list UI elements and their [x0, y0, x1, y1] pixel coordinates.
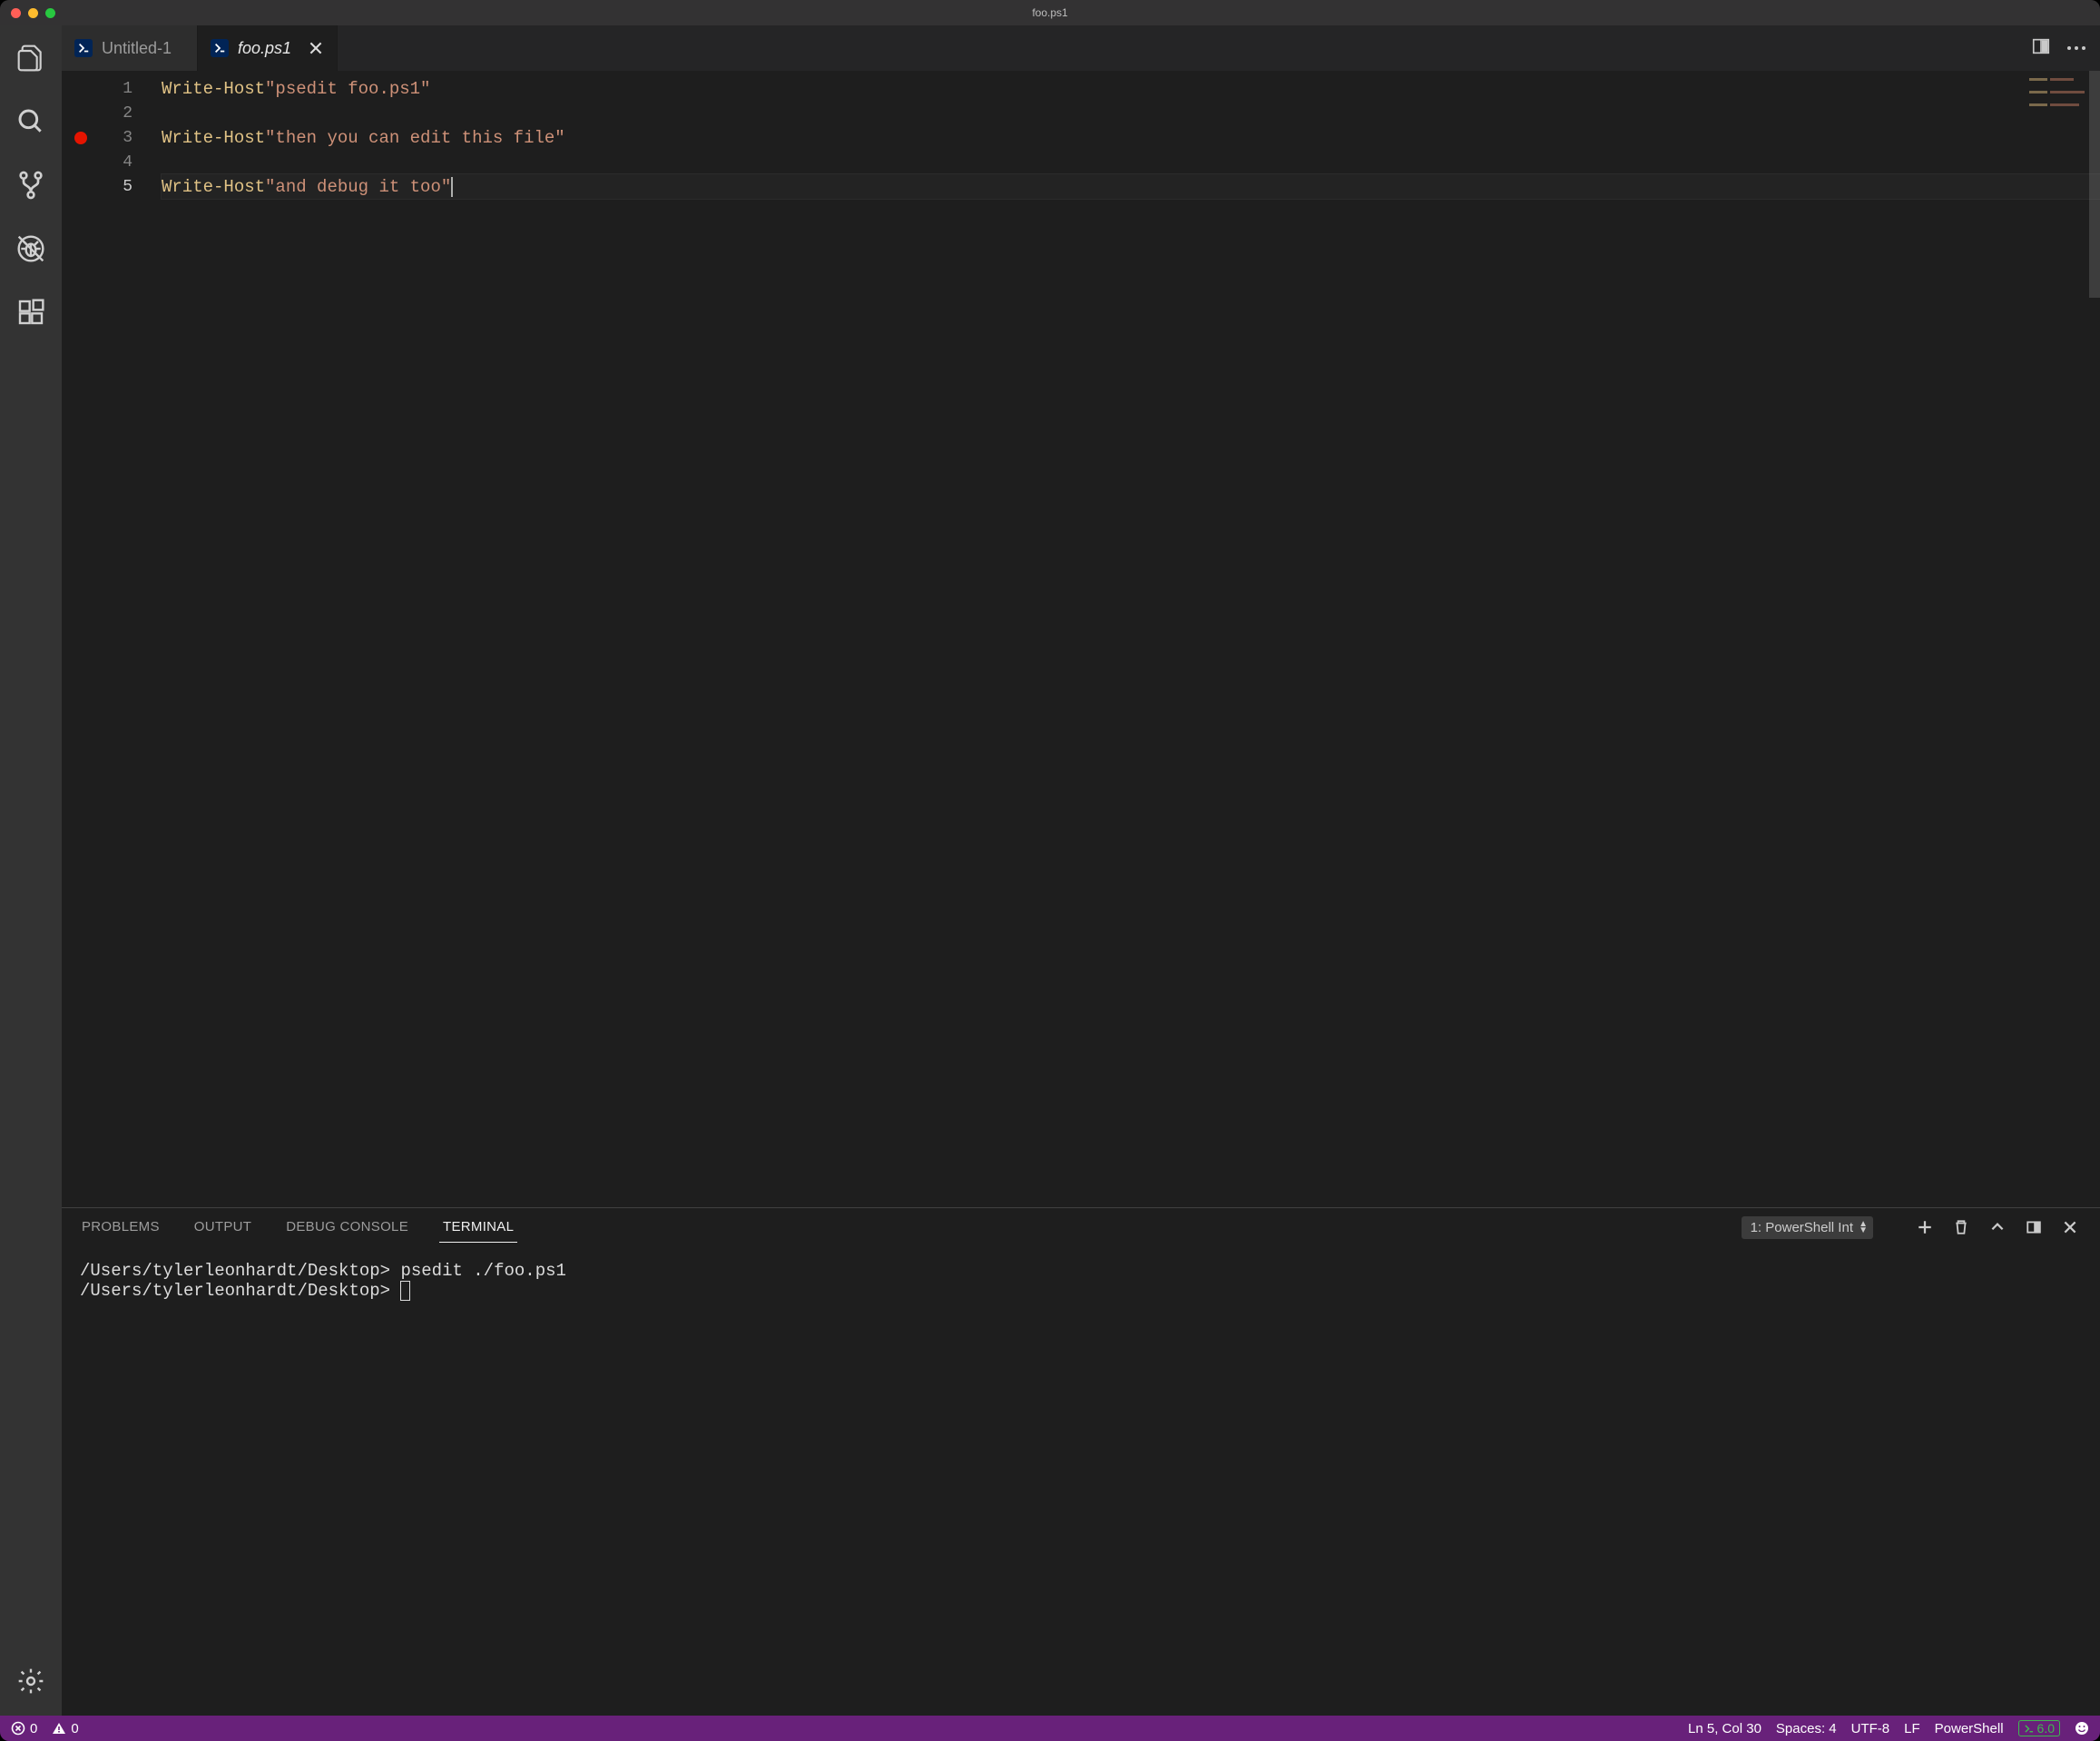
- code-token: Write-Host: [162, 79, 265, 99]
- split-editor-icon[interactable]: [2031, 36, 2051, 61]
- terminal-content[interactable]: /Users/tylerleonhardt/Desktop> psedit ./…: [62, 1246, 2100, 1716]
- explorer-icon[interactable]: [9, 36, 53, 80]
- editor-area: Untitled-1 foo.ps1: [62, 25, 2100, 1716]
- editor-scrollbar[interactable]: [2089, 71, 2100, 298]
- terminal-selector-label: 1: PowerShell Int: [1751, 1220, 1853, 1235]
- panel-tab-debug-console[interactable]: DEBUG CONSOLE: [282, 1212, 412, 1243]
- editor-actions: [2031, 25, 2100, 71]
- powershell-file-icon: [74, 39, 93, 57]
- status-powershell-version[interactable]: 6.0: [2018, 1720, 2060, 1736]
- code-token: "psedit foo.ps1": [265, 79, 430, 99]
- terminal-prompt: /Users/tylerleonhardt/Desktop>: [80, 1261, 390, 1281]
- maximize-panel-icon[interactable]: [1989, 1219, 2006, 1235]
- gutter[interactable]: 1 2 3 4 5: [62, 71, 162, 1207]
- powershell-icon: [2024, 1724, 2034, 1734]
- editor-cursor: [451, 177, 453, 197]
- tab-label: foo.ps1: [238, 39, 291, 58]
- status-errors[interactable]: 0: [11, 1721, 37, 1736]
- kill-terminal-icon[interactable]: [1953, 1219, 1969, 1235]
- minimize-window-button[interactable]: [28, 8, 38, 18]
- code-content[interactable]: Write-Host "psedit foo.ps1" Write-Host "…: [162, 71, 2100, 1207]
- tab-foo-ps1[interactable]: foo.ps1: [198, 25, 338, 71]
- panel-tab-problems[interactable]: PROBLEMS: [78, 1212, 163, 1243]
- breakpoint-icon[interactable]: [74, 132, 87, 144]
- status-language[interactable]: PowerShell: [1935, 1721, 2004, 1736]
- close-panel-icon[interactable]: [2062, 1219, 2078, 1235]
- line-number: 5: [123, 178, 132, 196]
- code-token: Write-Host: [162, 128, 265, 148]
- panel-tab-output[interactable]: OUTPUT: [191, 1212, 255, 1243]
- status-cursor-position[interactable]: Ln 5, Col 30: [1688, 1721, 1761, 1736]
- maximize-window-button[interactable]: [45, 8, 55, 18]
- powershell-file-icon: [211, 39, 229, 57]
- line-number: 3: [123, 129, 132, 147]
- window-title: foo.ps1: [0, 6, 2100, 19]
- status-warnings[interactable]: 0: [52, 1721, 78, 1736]
- ps-version-label: 6.0: [2037, 1721, 2055, 1736]
- close-tab-icon[interactable]: [308, 40, 324, 56]
- line-number: 4: [123, 153, 132, 172]
- code-token: "then you can edit this file": [265, 128, 565, 148]
- close-window-button[interactable]: [11, 8, 21, 18]
- terminal-cursor: [400, 1281, 410, 1301]
- line-number: 1: [123, 80, 132, 98]
- error-count: 0: [30, 1721, 37, 1736]
- panel-tab-terminal[interactable]: TERMINAL: [439, 1212, 517, 1243]
- status-indentation[interactable]: Spaces: 4: [1776, 1721, 1837, 1736]
- code-token: Write-Host: [162, 177, 265, 197]
- settings-gear-icon[interactable]: [9, 1659, 53, 1703]
- titlebar: foo.ps1: [0, 0, 2100, 25]
- toggle-panel-layout-icon[interactable]: [2026, 1219, 2042, 1235]
- panel: PROBLEMS OUTPUT DEBUG CONSOLE TERMINAL 1…: [62, 1207, 2100, 1716]
- terminal-command: psedit ./foo.ps1: [400, 1261, 565, 1281]
- panel-tabs: PROBLEMS OUTPUT DEBUG CONSOLE TERMINAL 1…: [62, 1208, 2100, 1246]
- code-token: "and debug it too": [265, 177, 451, 197]
- extensions-icon[interactable]: [9, 290, 53, 334]
- panel-actions: [1917, 1219, 2078, 1235]
- main-row: Untitled-1 foo.ps1: [0, 25, 2100, 1716]
- line-number: 2: [123, 104, 132, 123]
- status-bar: 0 0 Ln 5, Col 30 Spaces: 4 UTF-8 LF Powe…: [0, 1716, 2100, 1741]
- editor-tabs: Untitled-1 foo.ps1: [62, 25, 2100, 71]
- terminal-prompt: /Users/tylerleonhardt/Desktop>: [80, 1281, 390, 1301]
- more-actions-icon[interactable]: [2067, 46, 2085, 50]
- search-icon[interactable]: [9, 100, 53, 143]
- activity-bar: [0, 25, 62, 1716]
- warning-count: 0: [71, 1721, 78, 1736]
- tab-label: Untitled-1: [102, 39, 172, 58]
- new-terminal-icon[interactable]: [1917, 1219, 1933, 1235]
- status-encoding[interactable]: UTF-8: [1851, 1721, 1890, 1736]
- source-control-icon[interactable]: [9, 163, 53, 207]
- status-feedback-icon[interactable]: [2075, 1721, 2089, 1736]
- window-controls: [0, 8, 55, 18]
- tab-untitled-1[interactable]: Untitled-1: [62, 25, 198, 71]
- app-window: foo.ps1: [0, 0, 2100, 1741]
- status-eol[interactable]: LF: [1904, 1721, 1920, 1736]
- terminal-selector[interactable]: 1: PowerShell Int ▲▼: [1742, 1216, 1873, 1239]
- dropdown-icon: ▲▼: [1859, 1221, 1868, 1234]
- debug-icon[interactable]: [9, 227, 53, 270]
- editor-body[interactable]: 1 2 3 4 5 Write-Host "psedit foo.ps1" Wr…: [62, 71, 2100, 1207]
